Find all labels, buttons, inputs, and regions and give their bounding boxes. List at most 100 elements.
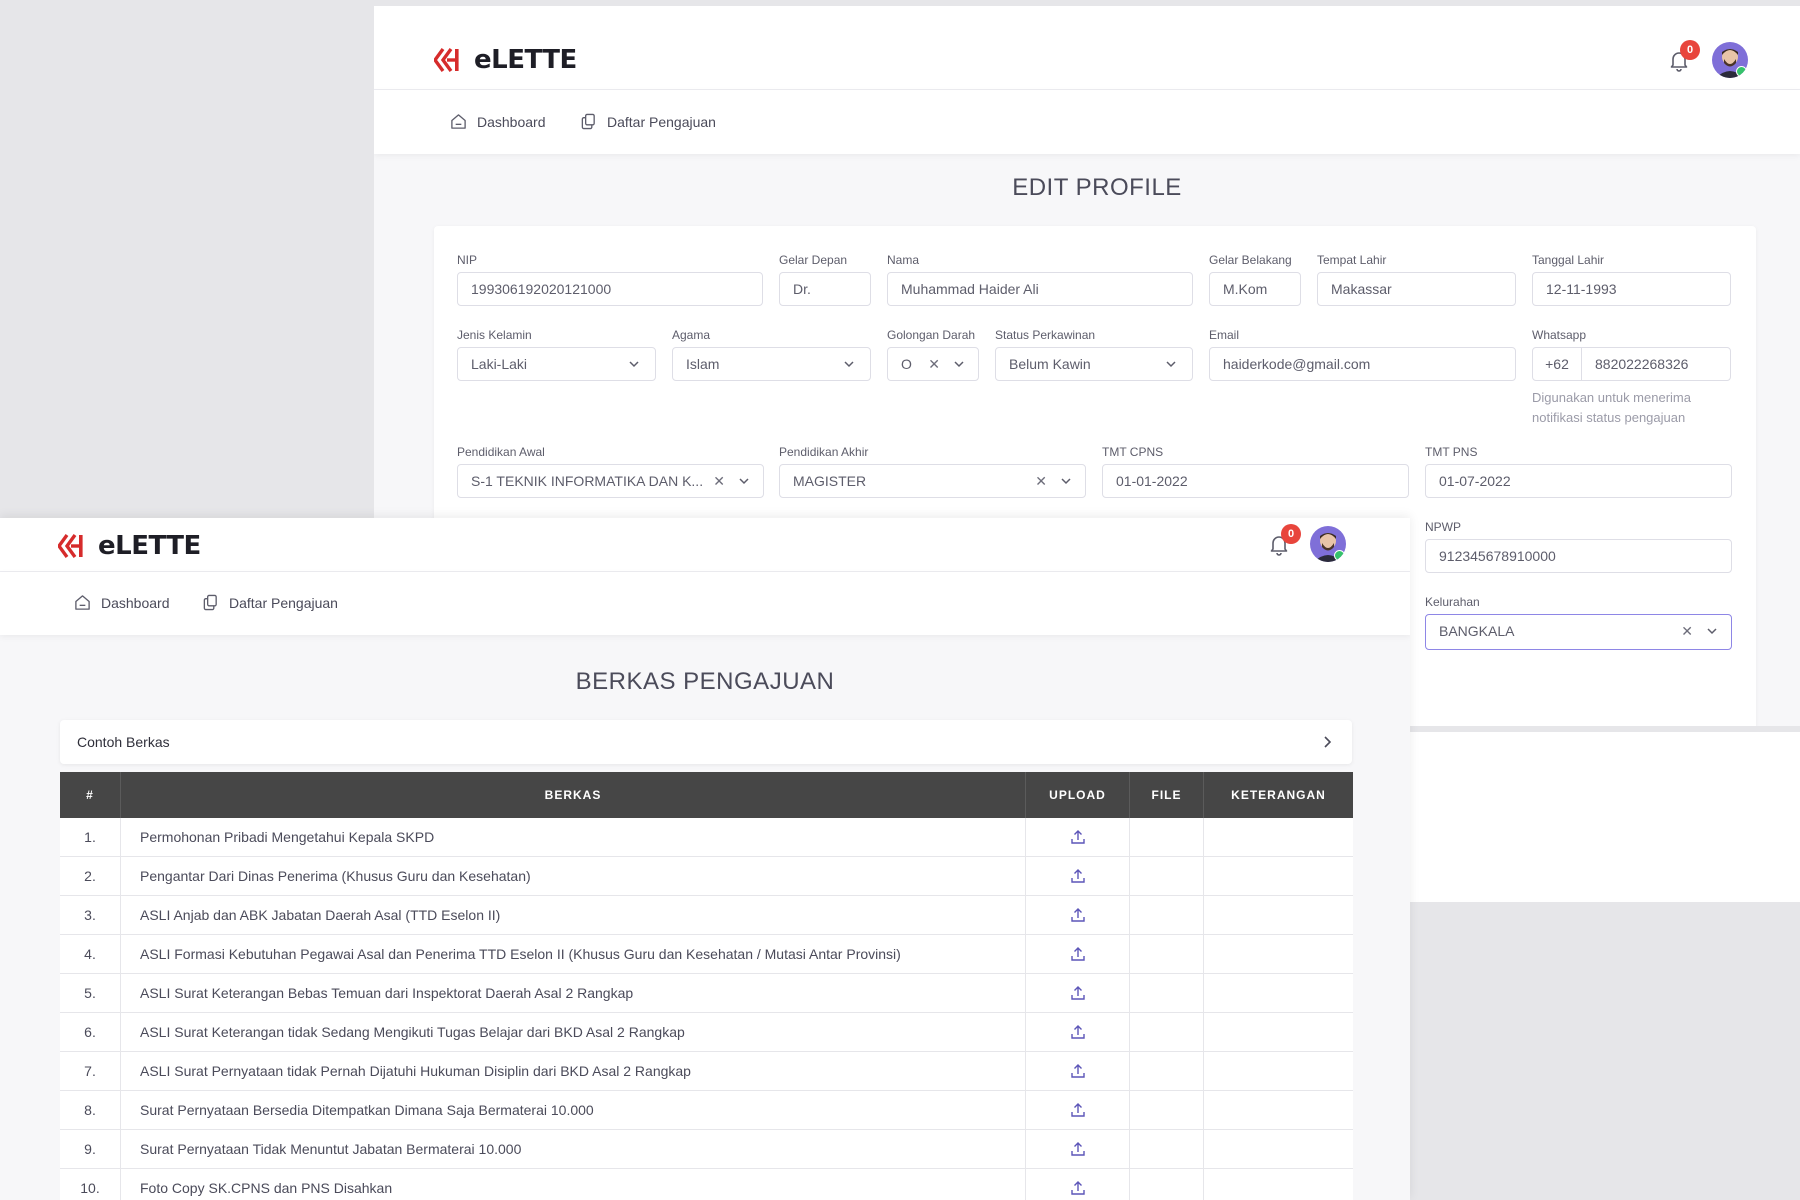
keterangan-cell (1204, 896, 1353, 934)
upload-cell (1026, 1130, 1130, 1168)
brand-logo[interactable]: eLETTE (58, 531, 201, 561)
status-perkawinan-label: Status Perkawinan (995, 328, 1096, 342)
keterangan-cell (1204, 935, 1353, 973)
golongan-darah-select[interactable]: O ✕ (887, 347, 979, 381)
status-perkawinan-select[interactable]: Belum Kawin (995, 347, 1193, 381)
table-row: 6. ASLI Surat Keterangan tidak Sedang Me… (60, 1013, 1353, 1052)
upload-cell (1026, 1091, 1130, 1129)
kelurahan-select[interactable]: BANGKALA ✕ (1425, 614, 1732, 650)
keterangan-cell (1204, 1013, 1353, 1051)
berkas-table: # BERKAS UPLOAD FILE KETERANGAN 1. Permo… (60, 772, 1353, 1200)
nav-item-daftar-pengajuan[interactable]: Daftar Pengajuan (202, 594, 338, 611)
upload-icon[interactable] (1070, 1180, 1086, 1196)
agama-value: Islam (686, 356, 720, 372)
copy-icon (203, 594, 217, 611)
home-icon (451, 114, 466, 129)
tanggal-lahir-label: Tanggal Lahir (1532, 253, 1605, 267)
pendidikan-akhir-value: MAGISTER (793, 473, 867, 489)
brand-logo[interactable]: eLETTE (434, 45, 577, 75)
pendidikan-akhir-label: Pendidikan Akhir (779, 445, 869, 459)
email-field[interactable]: haiderkode@gmail.com (1209, 347, 1516, 381)
nip-label: NIP (457, 253, 478, 267)
nama-field[interactable]: Muhammad Haider Ali (887, 272, 1193, 306)
column-header-file: FILE (1130, 772, 1204, 818)
clear-icon[interactable]: ✕ (1681, 615, 1693, 647)
upload-icon[interactable] (1070, 868, 1086, 884)
table-body: 1. Permohonan Pribadi Mengetahui Kepala … (60, 818, 1353, 1200)
nama-label: Nama (887, 253, 920, 267)
tmt-cpns-field[interactable]: 01-01-2022 (1102, 464, 1409, 498)
tmt-pns-field[interactable]: 01-07-2022 (1425, 464, 1732, 498)
hint-line: Digunakan untuk menerima (1532, 390, 1691, 405)
tmt-pns-label: TMT PNS (1425, 445, 1478, 459)
nav-item-daftar-pengajuan[interactable]: Daftar Pengajuan (580, 113, 716, 130)
tempat-lahir-field[interactable]: Makassar (1317, 272, 1516, 306)
upload-icon[interactable] (1070, 946, 1086, 962)
jenis-kelamin-label: Jenis Kelamin (457, 328, 532, 342)
upload-cell (1026, 1052, 1130, 1090)
upload-icon[interactable] (1070, 907, 1086, 923)
page-title: EDIT PROFILE (1012, 174, 1182, 201)
pendidikan-awal-select[interactable]: S-1 TEKNIK INFORMATIKA DAN K... ✕ (457, 464, 764, 498)
upload-cell (1026, 1013, 1130, 1051)
file-cell (1130, 1052, 1204, 1090)
keterangan-cell (1204, 1130, 1353, 1168)
upload-icon[interactable] (1070, 1063, 1086, 1079)
nip-field[interactable]: 199306192020121000 (457, 272, 763, 306)
row-number: 1. (60, 818, 121, 856)
nav-item-dashboard[interactable]: Dashboard (74, 594, 170, 611)
nav-bar: Dashboard Daftar Pengajuan (374, 90, 1800, 154)
file-cell (1130, 1130, 1204, 1168)
tempat-lahir-label: Tempat Lahir (1317, 253, 1387, 267)
chevron-down-icon (844, 361, 854, 368)
row-berkas-name: ASLI Surat Keterangan Bebas Temuan dari … (121, 974, 1026, 1012)
jenis-kelamin-select[interactable]: Laki-Laki (457, 347, 656, 381)
whatsapp-field[interactable]: +62 882022268326 (1532, 347, 1731, 381)
pendidikan-awal-label: Pendidikan Awal (457, 445, 545, 459)
chevron-down-icon (1166, 361, 1176, 368)
avatar[interactable] (1712, 42, 1748, 78)
pendidikan-akhir-select[interactable]: MAGISTER ✕ (779, 464, 1086, 498)
upload-icon[interactable] (1070, 985, 1086, 1001)
chevron-down-icon (954, 361, 964, 368)
nav-item-dashboard[interactable]: Dashboard (450, 113, 546, 130)
top-bar: eLETTE 0 (374, 6, 1800, 90)
upload-icon[interactable] (1070, 829, 1086, 845)
chevron-down-icon (629, 361, 639, 368)
kelurahan-label: Kelurahan (1425, 595, 1480, 609)
keterangan-cell (1204, 1091, 1353, 1129)
column-header-berkas: BERKAS (121, 772, 1026, 818)
file-cell (1130, 1169, 1204, 1200)
clear-icon[interactable]: ✕ (709, 465, 725, 497)
upload-icon[interactable] (1070, 1102, 1086, 1118)
whatsapp-hint: Digunakan untuk menerima notifikasi stat… (1532, 388, 1691, 428)
agama-select[interactable]: Islam (672, 347, 871, 381)
avatar[interactable] (1310, 526, 1346, 562)
npwp-field[interactable]: 912345678910000 (1425, 539, 1732, 573)
row-berkas-name: Foto Copy SK.CPNS dan PNS Disahkan (121, 1169, 1026, 1200)
file-cell (1130, 896, 1204, 934)
chevron-down-icon (739, 478, 749, 485)
upload-icon[interactable] (1070, 1024, 1086, 1040)
chevron-down-icon (1707, 628, 1717, 635)
tanggal-lahir-field[interactable]: 12-11-1993 (1532, 272, 1731, 306)
row-number: 10. (60, 1169, 121, 1200)
row-berkas-name: Permohonan Pribadi Mengetahui Kepala SKP… (121, 818, 1026, 856)
clear-icon[interactable]: ✕ (1035, 465, 1047, 497)
gelar-belakang-field[interactable]: M.Kom (1209, 272, 1301, 306)
row-number: 8. (60, 1091, 121, 1129)
row-number: 4. (60, 935, 121, 973)
upload-cell (1026, 818, 1130, 856)
upload-cell (1026, 974, 1130, 1012)
upload-icon[interactable] (1070, 1141, 1086, 1157)
file-cell (1130, 1091, 1204, 1129)
home-icon (75, 595, 90, 610)
file-cell (1130, 974, 1204, 1012)
gelar-depan-field[interactable]: Dr. (779, 272, 871, 306)
clear-icon[interactable]: ✕ (928, 348, 940, 380)
file-cell (1130, 1013, 1204, 1051)
whatsapp-prefix: +62 (1533, 348, 1582, 380)
contoh-berkas-accordion[interactable]: Contoh Berkas (60, 720, 1352, 764)
table-row: 5. ASLI Surat Keterangan Bebas Temuan da… (60, 974, 1353, 1013)
online-status-dot (1334, 550, 1345, 561)
